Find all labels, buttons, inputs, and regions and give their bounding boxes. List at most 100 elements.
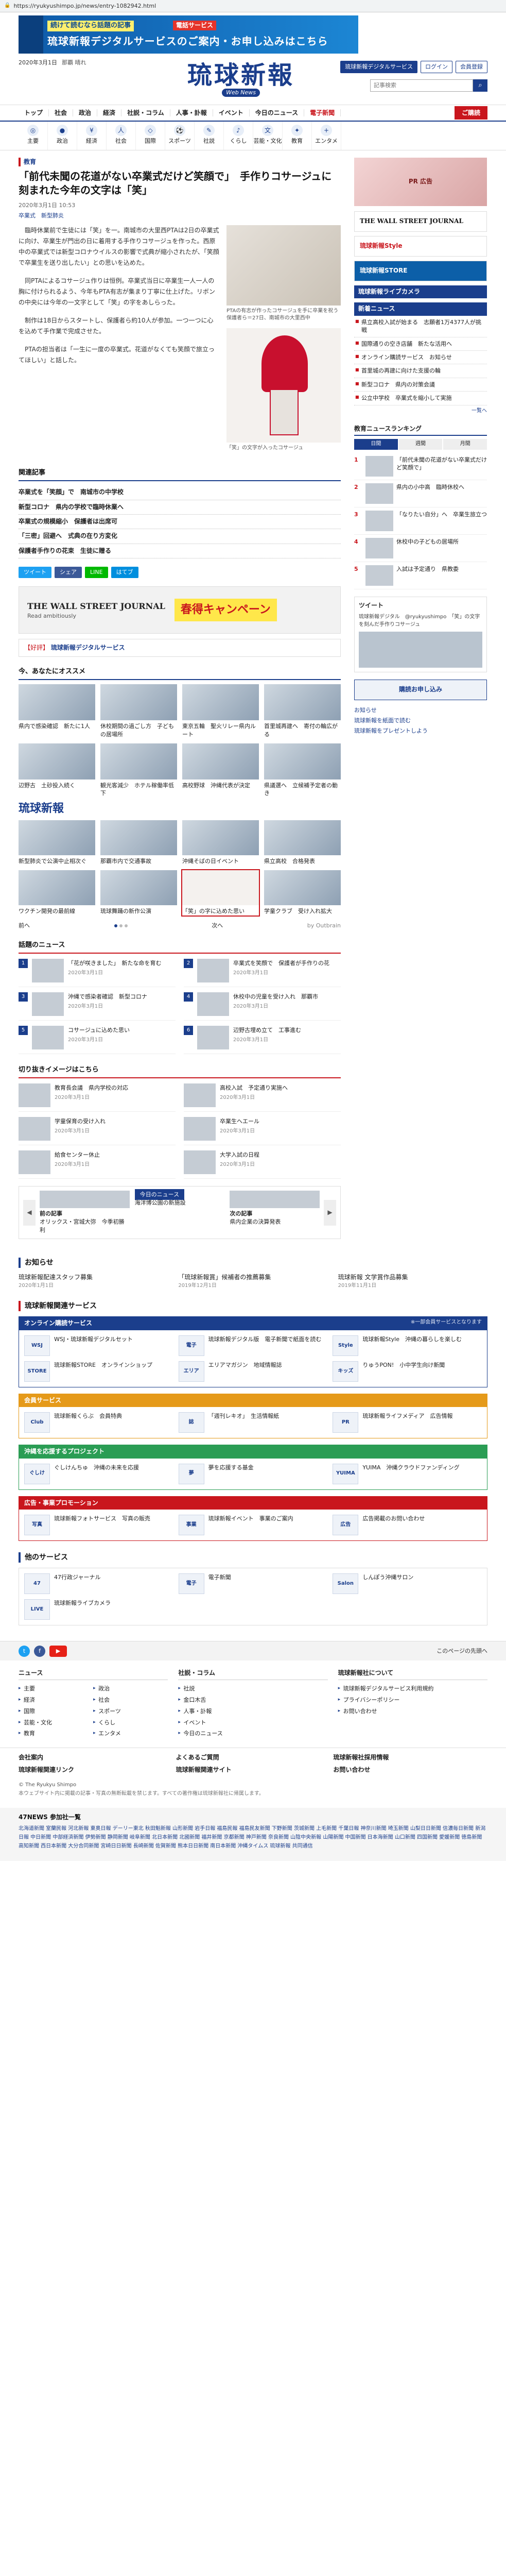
footer-link[interactable]: くらし bbox=[93, 1717, 168, 1728]
right-link[interactable]: お知らせ bbox=[354, 705, 487, 716]
right-banner-wsj[interactable]: THE WALL STREET JOURNAL bbox=[354, 211, 487, 232]
footer-link[interactable]: プライバシーポリシー bbox=[338, 1694, 487, 1706]
cnav-item[interactable]: ✎ 社説 bbox=[195, 122, 224, 150]
notice-item[interactable]: 琉球新報 文学賞作品募集 2019年11月1日 bbox=[338, 1273, 487, 1290]
topic-item[interactable]: 5 コサージュに込めた思い 2020年3月1日 bbox=[19, 1026, 176, 1055]
footer-bottom-link[interactable]: お問い合わせ bbox=[333, 1766, 487, 1774]
footer-col-heading[interactable]: 琉球新報社について bbox=[338, 1669, 487, 1680]
footer-link[interactable]: イベント bbox=[178, 1717, 327, 1728]
cnav-item[interactable]: 文芸能・文化 bbox=[253, 122, 283, 150]
recommend-card[interactable]: 県内で感染確認 新たに1人 bbox=[19, 684, 95, 738]
twitter-icon[interactable]: t bbox=[19, 1645, 30, 1657]
subscribe-button[interactable]: ご購読 bbox=[454, 106, 487, 120]
latest-news-item[interactable]: 国際通りの空き店舗 新たな活用へ bbox=[354, 337, 487, 351]
news-card[interactable]: 那覇市内で交通事故 bbox=[100, 820, 177, 865]
cnav-item[interactable]: ♪ くらし bbox=[224, 122, 253, 150]
footer-link[interactable]: 琉球新報デジタルサービス利用規約 bbox=[338, 1683, 487, 1694]
login-button[interactable]: ログイン bbox=[421, 61, 452, 73]
article-category[interactable]: 教育 bbox=[19, 158, 341, 167]
cnav-item[interactable]: ● 政治 bbox=[48, 122, 77, 150]
latest-news-item[interactable]: 公立中学校 卒業式を縮小して実施 bbox=[354, 392, 487, 405]
related-item[interactable]: 保護者手作りの花束 生徒に贈る bbox=[19, 544, 341, 559]
news-card[interactable]: 「笑」の字に込めた思い bbox=[181, 869, 260, 917]
notice-item[interactable]: 「琉球新報賞」候補者の推薦募集 2019年12月1日 bbox=[178, 1273, 327, 1290]
gnav-item[interactable]: 政治 bbox=[73, 109, 98, 116]
ranking-item[interactable]: 4 休校中の子どもの居場所 bbox=[354, 535, 487, 562]
recommend-card[interactable]: 東京五輪 聖火リレー県内ルート bbox=[182, 684, 259, 738]
recommend-card[interactable]: 県議選へ 立候補予定者の動き bbox=[264, 743, 341, 798]
right-link[interactable]: 琉球新報をプレゼントしよう bbox=[354, 726, 487, 736]
footer-bottom-link[interactable]: 琉球新報関連サイト bbox=[176, 1766, 330, 1774]
clip-item[interactable]: 大学入試の日程 2020年3月1日 bbox=[184, 1150, 341, 1179]
topic-item[interactable]: 1 「花が咲きました」 新たな命を育む 2020年3月1日 bbox=[19, 959, 176, 988]
footer-link[interactable]: 国際 bbox=[19, 1706, 93, 1717]
latest-news-item[interactable]: 新型コロナ 県内の対策会議 bbox=[354, 378, 487, 392]
news-card[interactable]: 沖縄そばの日イベント bbox=[182, 820, 259, 865]
slider-item[interactable]: 次の記事 県内企業の決算発表 bbox=[230, 1191, 320, 1234]
footer-col-heading[interactable]: 社説・コラム bbox=[178, 1669, 328, 1680]
topic-item[interactable]: 6 辺野古埋め立て 工事進む 2020年3月1日 bbox=[184, 1026, 341, 1055]
clip-item[interactable]: 学童保育の受け入れ 2020年3月1日 bbox=[19, 1117, 176, 1146]
related-item[interactable]: 「三密」回避へ 式典の在り方変化 bbox=[19, 529, 341, 544]
footer-link[interactable]: 人事・訃報 bbox=[178, 1706, 327, 1717]
news-card[interactable]: 県立高校 合格発表 bbox=[264, 820, 341, 865]
digital-service-link[interactable]: 【好評】 琉球新報デジタルサービス bbox=[19, 639, 341, 657]
service-item[interactable]: 誌「週刊レキオ」 生活情報紙 bbox=[178, 1412, 328, 1433]
footer-link[interactable]: エンタメ bbox=[93, 1728, 168, 1739]
tab-monthly[interactable]: 月間 bbox=[443, 439, 487, 450]
clip-item[interactable]: 教育長会議 県内学校の対応 2020年3月1日 bbox=[19, 1083, 176, 1112]
news-card[interactable]: 琉球舞踊の新作公演 bbox=[100, 870, 177, 915]
footer-col-heading[interactable]: ニュース bbox=[19, 1669, 168, 1680]
top-banner-ad[interactable]: 続けて読むなら話題の記事 電話サービス 琉球新報デジタルサービスのご案内・お申し… bbox=[19, 15, 358, 54]
news-card[interactable]: 学童クラブ 受け入れ拡大 bbox=[264, 870, 341, 915]
ranking-item[interactable]: 3 「なりたい自分」へ 卒業生旅立つ bbox=[354, 507, 487, 535]
digital-service-button[interactable]: 琉球新報デジタルサービス bbox=[340, 61, 417, 73]
slider-item[interactable]: 今日のニュース 海洋博公園の新施設 bbox=[134, 1189, 225, 1234]
ranking-item[interactable]: 1 「前代未聞の花道がない卒業式だけど笑顔で」 bbox=[354, 453, 487, 480]
service-item[interactable]: エリア エリアマガジン 地域情報誌 bbox=[178, 1361, 328, 1382]
related-item[interactable]: 卒業式の規模縮小 保護者は出席可 bbox=[19, 515, 341, 530]
footer-link[interactable]: 社会 bbox=[93, 1694, 168, 1706]
tweet-text[interactable]: 琉球新報デジタル @ryukyushimpo 「笑」の文字を刻んだ手作りコサージ… bbox=[359, 613, 482, 629]
cnav-item[interactable]: ¥ 経済 bbox=[77, 122, 107, 150]
footer-link[interactable]: 今日のニュース bbox=[178, 1728, 327, 1739]
tab-weekly[interactable]: 週間 bbox=[398, 439, 443, 450]
right-banner-style[interactable]: 琉球新報Style bbox=[354, 236, 487, 257]
youtube-icon[interactable]: ▶ bbox=[49, 1645, 67, 1657]
latest-news-more[interactable]: 一覧へ bbox=[354, 405, 487, 417]
topic-item[interactable]: 4 休校中の児童を受け入れ 那覇市 2020年3月1日 bbox=[184, 992, 341, 1021]
footer-bottom-link[interactable]: 琉球新報関連リンク bbox=[19, 1766, 173, 1774]
news-card[interactable]: ワクチン開発の最前線 bbox=[19, 870, 95, 915]
right-banner-store[interactable]: 琉球新報STORE bbox=[354, 261, 487, 281]
footer-link[interactable]: 経済 bbox=[19, 1694, 93, 1706]
cnav-item[interactable]: ⚽ スポーツ bbox=[165, 122, 195, 150]
cnav-item[interactable]: ✦ 教育 bbox=[283, 122, 312, 150]
article-photo-1[interactable] bbox=[226, 225, 341, 306]
footer-link[interactable]: 金口木舌 bbox=[178, 1694, 327, 1706]
related-item[interactable]: 新型コロナ 県内の学校で臨時休業へ bbox=[19, 500, 341, 515]
footer-link[interactable]: 政治 bbox=[93, 1683, 168, 1694]
footer-link[interactable]: 教育 bbox=[19, 1728, 93, 1739]
service-item[interactable]: STORE 琉球新報STORE オンラインショップ bbox=[24, 1361, 173, 1382]
site-logo[interactable]: 琉球新報 Web News bbox=[187, 63, 294, 97]
page-top-link[interactable]: このページの先頭へ bbox=[437, 1647, 487, 1655]
recommend-card[interactable]: 観光客減少 ホテル稼働率低下 bbox=[100, 743, 177, 798]
pager-prev[interactable]: 前へ bbox=[19, 922, 30, 930]
latest-news-item[interactable]: オンライン購読サービス お知らせ bbox=[354, 351, 487, 365]
latest-news-item[interactable]: 県立高校入試が始まる 志願者1万4377人が挑戦 bbox=[354, 316, 487, 337]
right-link[interactable]: 琉球新報を紙面で読む bbox=[354, 716, 487, 726]
search-icon[interactable]: ⌕ bbox=[473, 79, 487, 92]
article-photo-2[interactable] bbox=[226, 328, 341, 443]
service-item[interactable]: 夢夢を応援する基金 bbox=[178, 1463, 328, 1484]
service-item[interactable]: Club 琉球新報くらぶ 会員特典 bbox=[24, 1412, 173, 1433]
right-ad[interactable]: PR 広告 bbox=[354, 158, 487, 206]
footer-link[interactable]: お問い合わせ bbox=[338, 1706, 487, 1717]
recommend-card[interactable]: 辺野古 土砂投入続く bbox=[19, 743, 95, 798]
footer-bottom-link[interactable]: よくあるご質問 bbox=[176, 1753, 330, 1762]
service-item[interactable]: 電子 琉球新報デジタル版 電子新聞で紙面を読む bbox=[178, 1335, 328, 1356]
slider-next-arrow-icon[interactable]: ▶ bbox=[324, 1199, 336, 1226]
pager-dot[interactable] bbox=[114, 924, 117, 927]
service-item[interactable]: 広告 広告掲載のお問い合わせ bbox=[333, 1515, 482, 1536]
recommend-card[interactable]: 高校野球 沖縄代表が決定 bbox=[182, 743, 259, 798]
hatena-bookmark-button[interactable]: はてブ bbox=[111, 567, 138, 579]
